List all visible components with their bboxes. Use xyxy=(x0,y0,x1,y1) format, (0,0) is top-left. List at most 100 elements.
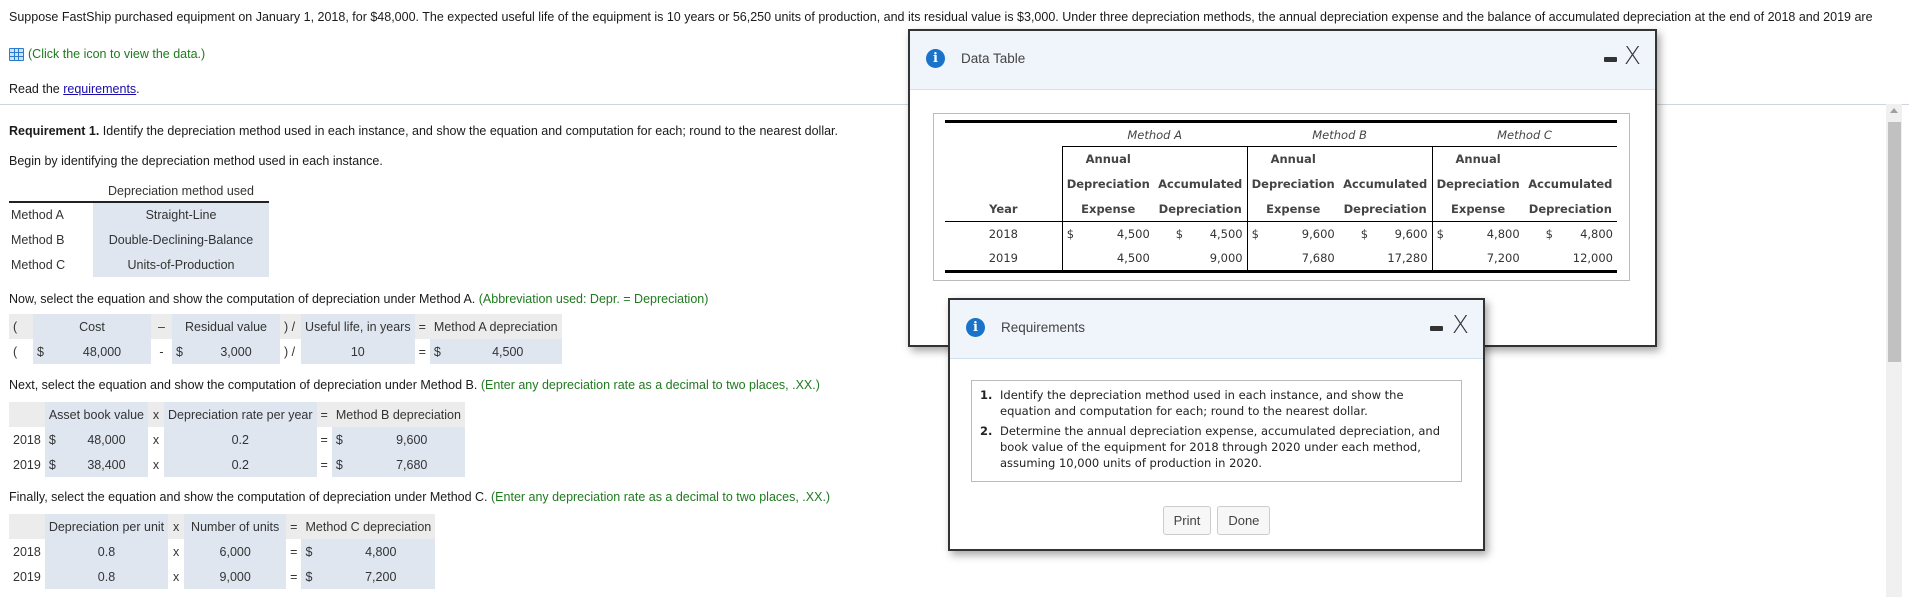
view-data-text[interactable]: (Click the icon to view the data.) xyxy=(28,47,205,61)
method-label: Method C xyxy=(11,257,66,272)
method-used-header: Depreciation method used xyxy=(93,180,269,203)
result-input[interactable]: 7,200 xyxy=(326,564,436,589)
result-input[interactable]: 4,800 xyxy=(326,539,436,564)
book-value-input[interactable]: 38,400 xyxy=(64,452,149,477)
method-label: Method B xyxy=(11,232,65,247)
life-input[interactable]: 10 xyxy=(301,339,415,364)
table-row: 2018 0.8 x 6,000 = $ 4,800 xyxy=(9,539,436,564)
dollar-sign: $ xyxy=(1246,221,1267,247)
dialog-header[interactable]: i Requirements X xyxy=(950,300,1483,359)
per-unit-input[interactable]: 0.8 xyxy=(44,539,169,564)
method-c-instruction: Finally, select the equation and show th… xyxy=(9,490,830,504)
cost-input[interactable]: 48,000 xyxy=(53,339,151,364)
dialog-title: Data Table xyxy=(961,51,1026,66)
cost-header[interactable]: Cost xyxy=(33,314,151,339)
item-number: 2. xyxy=(980,424,993,438)
rate-input[interactable]: 0.2 xyxy=(164,452,317,477)
year-label: 2018 xyxy=(13,432,41,447)
dollar-sign: $ xyxy=(331,427,359,452)
method-b-instruction: Next, select the equation and show the c… xyxy=(9,378,820,392)
times-sign[interactable]: x xyxy=(148,402,165,427)
method-a-instruction: Now, select the equation and show the co… xyxy=(9,292,708,306)
method-c-expense: 4,800 xyxy=(1486,227,1520,242)
method-select-a[interactable]: Straight-Line xyxy=(93,202,269,227)
residual-header[interactable]: Residual value xyxy=(172,314,280,339)
close-icon[interactable]: X xyxy=(1624,43,1641,68)
dialog-header[interactable]: i Data Table X xyxy=(910,31,1655,90)
minimize-icon[interactable] xyxy=(1430,326,1443,331)
close-icon[interactable]: X xyxy=(1452,312,1469,337)
dollar-sign: $ xyxy=(1061,221,1082,247)
scrollbar-thumb[interactable] xyxy=(1888,122,1901,362)
method-a-accumulated: 9,000 xyxy=(1187,246,1248,273)
col-header: Accumulated xyxy=(1158,177,1243,191)
book-value-header[interactable]: Asset book value xyxy=(44,402,149,427)
close-div[interactable]: ) / xyxy=(280,314,301,339)
result-input[interactable]: 4,500 xyxy=(453,339,562,364)
col-header: Expense xyxy=(1246,196,1339,222)
table-row: Method B Double-Declining-Balance xyxy=(9,227,269,252)
requirements-link[interactable]: requirements xyxy=(63,82,136,96)
open-paren: ( xyxy=(9,314,33,339)
blank-cell xyxy=(1153,246,1188,273)
instruction-text: Now, select the equation and show the co… xyxy=(9,292,476,306)
minus-sign: - xyxy=(159,344,164,359)
book-value-input[interactable]: 48,000 xyxy=(64,427,149,452)
print-button[interactable]: Print xyxy=(1162,506,1212,535)
residual-input[interactable]: 3,000 xyxy=(192,339,280,364)
equals-sign: = xyxy=(418,344,426,359)
done-button[interactable]: Done xyxy=(1217,506,1271,535)
col-header: Depreciation xyxy=(1061,171,1154,197)
rate-input[interactable]: 0.2 xyxy=(164,427,317,452)
method-c-accumulated: 4,800 xyxy=(1580,227,1613,242)
method-select-c[interactable]: Units-of-Production xyxy=(93,252,269,277)
blank-cell xyxy=(1246,246,1267,273)
year-cell: 2018 xyxy=(988,227,1018,242)
result-input[interactable]: 9,600 xyxy=(358,427,465,452)
blank-cell xyxy=(1154,147,1247,172)
dollar-sign: $ xyxy=(301,564,327,589)
blank-cell xyxy=(1338,246,1373,273)
list-item: 2. Determine the annual depreciation exp… xyxy=(980,423,1453,471)
method-c-expense: 7,200 xyxy=(1451,246,1524,273)
per-unit-input[interactable]: 0.8 xyxy=(44,564,169,589)
table-row: 2019 $ 38,400 x 0.2 = $ 7,680 xyxy=(9,452,465,477)
view-data-link[interactable]: (Click the icon to view the data.) xyxy=(9,47,205,61)
read-suffix: . xyxy=(136,82,140,96)
result-input[interactable]: 7,680 xyxy=(358,452,465,477)
info-icon: i xyxy=(966,318,985,337)
method-select-b[interactable]: Double-Declining-Balance xyxy=(93,227,269,252)
units-header[interactable]: Number of units xyxy=(184,514,287,539)
method-a-accumulated: 4,500 xyxy=(1209,227,1243,242)
dialog-buttons: Print Done xyxy=(950,506,1483,535)
result-header: Method C depreciation xyxy=(301,514,436,539)
col-header: Depreciation xyxy=(1431,171,1524,197)
year-cell: 2019 xyxy=(945,246,1063,273)
depreciation-data-table: Method A Method B Method C Annual Annual… xyxy=(945,120,1617,273)
year-label: 2019 xyxy=(13,569,41,584)
table-icon[interactable] xyxy=(9,47,24,61)
scroll-up-arrow-icon[interactable] xyxy=(1890,108,1898,113)
equals-sign: = xyxy=(286,514,302,539)
open-paren: ( xyxy=(13,344,18,359)
life-header[interactable]: Useful life, in years xyxy=(301,314,415,339)
table-row: 2018 $ 48,000 x 0.2 = $ 9,600 xyxy=(9,427,465,452)
result-header: Method A depreciation xyxy=(429,314,562,339)
blank-cell xyxy=(1339,147,1432,172)
times-sign: x xyxy=(152,457,160,472)
requirements-list: 1. Identify the depreciation method used… xyxy=(971,380,1462,482)
times-sign[interactable]: x xyxy=(168,514,185,539)
minus-sign[interactable]: – xyxy=(151,314,172,339)
method-b-accumulated: 9,600 xyxy=(1394,227,1428,242)
blank-cell xyxy=(1524,147,1617,172)
dollar-sign: $ xyxy=(331,452,359,477)
per-unit-header[interactable]: Depreciation per unit xyxy=(44,514,169,539)
rate-header[interactable]: Depreciation rate per year xyxy=(164,402,317,427)
col-header: Accumulated xyxy=(1343,177,1428,191)
table-row: 2019 0.8 x 9,000 = $ 7,200 xyxy=(9,564,436,589)
minimize-icon[interactable] xyxy=(1604,57,1617,62)
col-header: Annual xyxy=(1431,146,1524,172)
year-header xyxy=(9,514,45,539)
units-input[interactable]: 9,000 xyxy=(184,564,287,589)
units-input[interactable]: 6,000 xyxy=(184,539,287,564)
